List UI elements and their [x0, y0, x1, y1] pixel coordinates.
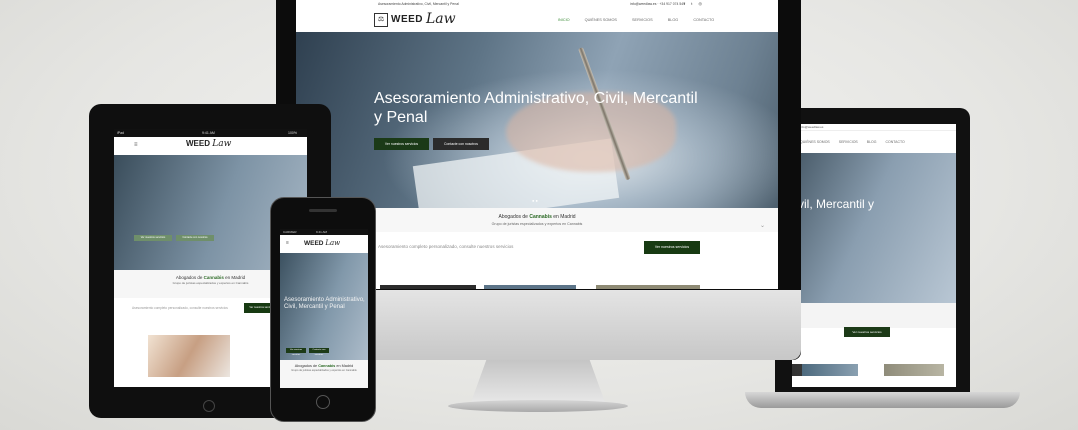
tablet-logo-word: WEED [186, 139, 210, 148]
laptop-topbar: info@weedlaw.es [792, 124, 956, 131]
tablet-signing-image [148, 335, 230, 377]
laptop-nav-item-services[interactable]: SERVICIOS [839, 140, 858, 144]
logo-wordmark: WEED [391, 14, 423, 25]
laptop-nav-item-blog[interactable]: BLOG [867, 140, 877, 144]
laptop-cta-button[interactable]: Ver nuestros servicios [844, 327, 890, 337]
phone-logo[interactable]: WEED Law [304, 239, 340, 247]
hero-contact-button[interactable]: Contacte con nosotros [433, 138, 489, 150]
monitor-foot [448, 400, 628, 412]
laptop-hero: vil, Mercantil y [792, 153, 956, 303]
laptop-contact: info@weedlaw.es [800, 125, 824, 129]
tablet-status-carrier: iPad [117, 131, 125, 135]
tablet-hero-contact-button[interactable]: Contacte con nosotros [176, 235, 214, 241]
gallery-thumb-2 [484, 285, 576, 289]
twitter-icon[interactable]: t [691, 1, 692, 6]
phone-intro-section: Abogados de Cannabis en Madrid Grupo de … [280, 360, 368, 388]
phone-hero: Asesoramiento Administrativo, Civil, Mer… [280, 253, 368, 360]
nav-menu: INICIO QUIÉNES SOMOS SERVICIOS BLOG CONT… [558, 18, 728, 22]
laptop-intro-band [792, 303, 956, 328]
tablet-intro-prefix: Abogados de [175, 275, 203, 280]
nav-item-blog[interactable]: BLOG [668, 18, 679, 22]
chevron-down-icon[interactable]: ⌄ [760, 222, 765, 229]
tablet-hero-services-button[interactable]: Ver nuestros servicios [134, 235, 172, 241]
phone-intro-subheading: Grupo de juristas especializados y exper… [291, 369, 357, 372]
laptop-thumb-4 [884, 364, 944, 376]
cta-text: Asesoramiento completo personalizado, co… [378, 244, 514, 249]
monitor-stand [470, 360, 606, 405]
hero-services-button[interactable]: Ver nuestros servicios [374, 138, 429, 150]
laptop-screen: info@weedlaw.es QUIÉNES SOMOS SERVICIOS … [792, 124, 956, 387]
nav-item-home[interactable]: INICIO [558, 18, 570, 22]
laptop-thumb-3 [802, 364, 858, 376]
nav-item-contact[interactable]: CONTACTO [693, 18, 714, 22]
phone-hero-title: Asesoramiento Administrativo, Civil, Mer… [284, 297, 365, 310]
gallery-thumb-1 [380, 285, 476, 289]
scales-icon: ⚖ [374, 13, 388, 27]
tablet-cta-text: Asesoramiento completo personalizado, co… [132, 306, 228, 310]
phone-intro-heading: Abogados de Cannabis en Madrid [280, 364, 368, 368]
intro-heading-highlight: Cannabis [529, 214, 552, 220]
logo-script: Law [426, 11, 456, 27]
tablet-status-bar: iPad 9:41 AM 100% [114, 129, 307, 137]
laptop-base [745, 392, 1020, 408]
tablet-logo[interactable]: WEED Law [186, 139, 231, 149]
phone-intro-suffix: en Madrid [336, 364, 354, 368]
tablet-intro-highlight: Cannabis [203, 275, 224, 280]
laptop-hero-title: vil, Mercantil y [798, 197, 875, 211]
phone-intro-highlight: Cannabis [318, 364, 336, 368]
topbar-contact[interactable]: info@weedlaw.es · +34 917 074 549 [630, 2, 685, 6]
gallery-thumb-3 [596, 285, 700, 289]
phone-hamburger-menu-icon[interactable]: ≡ [286, 240, 289, 246]
slider-dots[interactable]: ● ● [532, 198, 538, 203]
phone-hero-services-button[interactable]: Ver nuestros servicios [286, 348, 306, 356]
tablet-home-button[interactable] [203, 400, 215, 412]
laptop-nav-item-about[interactable]: QUIÉNES SOMOS [800, 140, 830, 144]
tablet-intro-suffix: en Madrid [225, 275, 246, 280]
nav-item-about[interactable]: QUIÉNES SOMOS [585, 18, 617, 22]
phone-logo-word: WEED [304, 240, 324, 247]
phone-logo-script: Law [325, 239, 341, 247]
laptop-nav: QUIÉNES SOMOS SERVICIOS BLOG CONTACTO [792, 131, 956, 153]
tablet-status-time: 9:41 AM [202, 131, 215, 135]
instagram-icon[interactable]: ◎ [699, 1, 703, 6]
hamburger-menu-icon[interactable]: ≡ [134, 142, 138, 148]
hero-banner: Asesoramiento Administrativo, Civil, Mer… [296, 32, 778, 226]
phone-hero-contact-button[interactable]: Contacte con nosotros [309, 348, 329, 356]
cta-services-button[interactable]: Ver nuestros servicios [644, 241, 700, 254]
topbar-address: Asesoramiento Administrativo, Civil, Mer… [378, 2, 459, 6]
nav-item-services[interactable]: SERVICIOS [632, 18, 653, 22]
main-nav: ⚖ WEED Law INICIO QUIÉNES SOMOS SERVICIO… [296, 8, 778, 32]
social-links: f t ◎ [684, 1, 707, 6]
facebook-icon[interactable]: f [684, 1, 685, 6]
phone-speaker [309, 209, 337, 212]
site-logo[interactable]: ⚖ WEED Law [374, 11, 460, 29]
tablet-status-battery: 100% [288, 131, 297, 135]
tablet-nav: ≡ WEED Law [114, 137, 307, 155]
intro-heading-prefix: Abogados de [498, 214, 528, 220]
phone-intro-prefix: Abogados de [294, 364, 318, 368]
intro-heading-suffix: en Madrid [553, 214, 576, 220]
hero-title: Asesoramiento Administrativo, Civil, Mer… [374, 90, 698, 126]
phone-home-button[interactable] [316, 395, 330, 409]
phone-screen: CARRIER 9:41 AM ≡ WEED Law Asesoramiento… [280, 229, 368, 388]
laptop-nav-item-contact[interactable]: CONTACTO [885, 140, 904, 144]
phone-nav: ≡ WEED Law [280, 235, 368, 253]
tablet-logo-script: Law [212, 139, 232, 149]
